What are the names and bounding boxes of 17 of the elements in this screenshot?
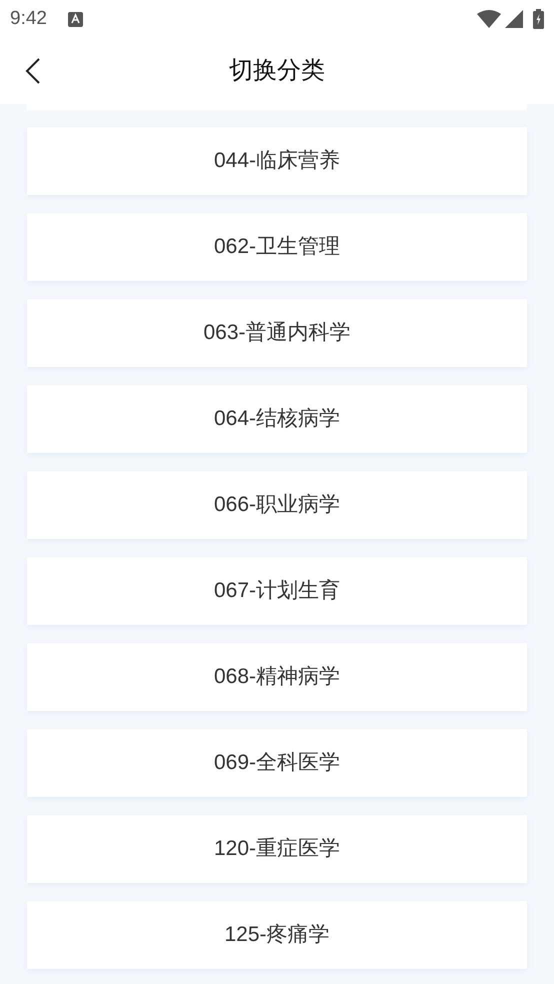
category-item[interactable]: 069-全科医学	[27, 729, 527, 797]
category-item[interactable]: 062-卫生管理	[27, 213, 527, 281]
category-item[interactable]: 063-普通内科学	[27, 299, 527, 367]
category-item[interactable]: 067-计划生育	[27, 557, 527, 625]
page-title: 切换分类	[229, 56, 325, 86]
category-item[interactable]: 068-精神病学	[27, 643, 527, 711]
signal-icon	[505, 10, 523, 28]
wifi-icon	[477, 10, 501, 28]
status-time: 9:42	[10, 6, 47, 31]
keyboard-icon	[68, 12, 83, 26]
category-item[interactable]: 066-职业病学	[27, 471, 527, 539]
category-item[interactable]: 125-疼痛学	[27, 901, 527, 969]
category-item[interactable]: 120-重症医学	[27, 815, 527, 883]
battery-icon	[533, 9, 544, 29]
category-item[interactable]: 044-临床营养	[27, 127, 527, 195]
category-item[interactable]: 064-结核病学	[27, 385, 527, 453]
back-icon	[25, 58, 41, 84]
